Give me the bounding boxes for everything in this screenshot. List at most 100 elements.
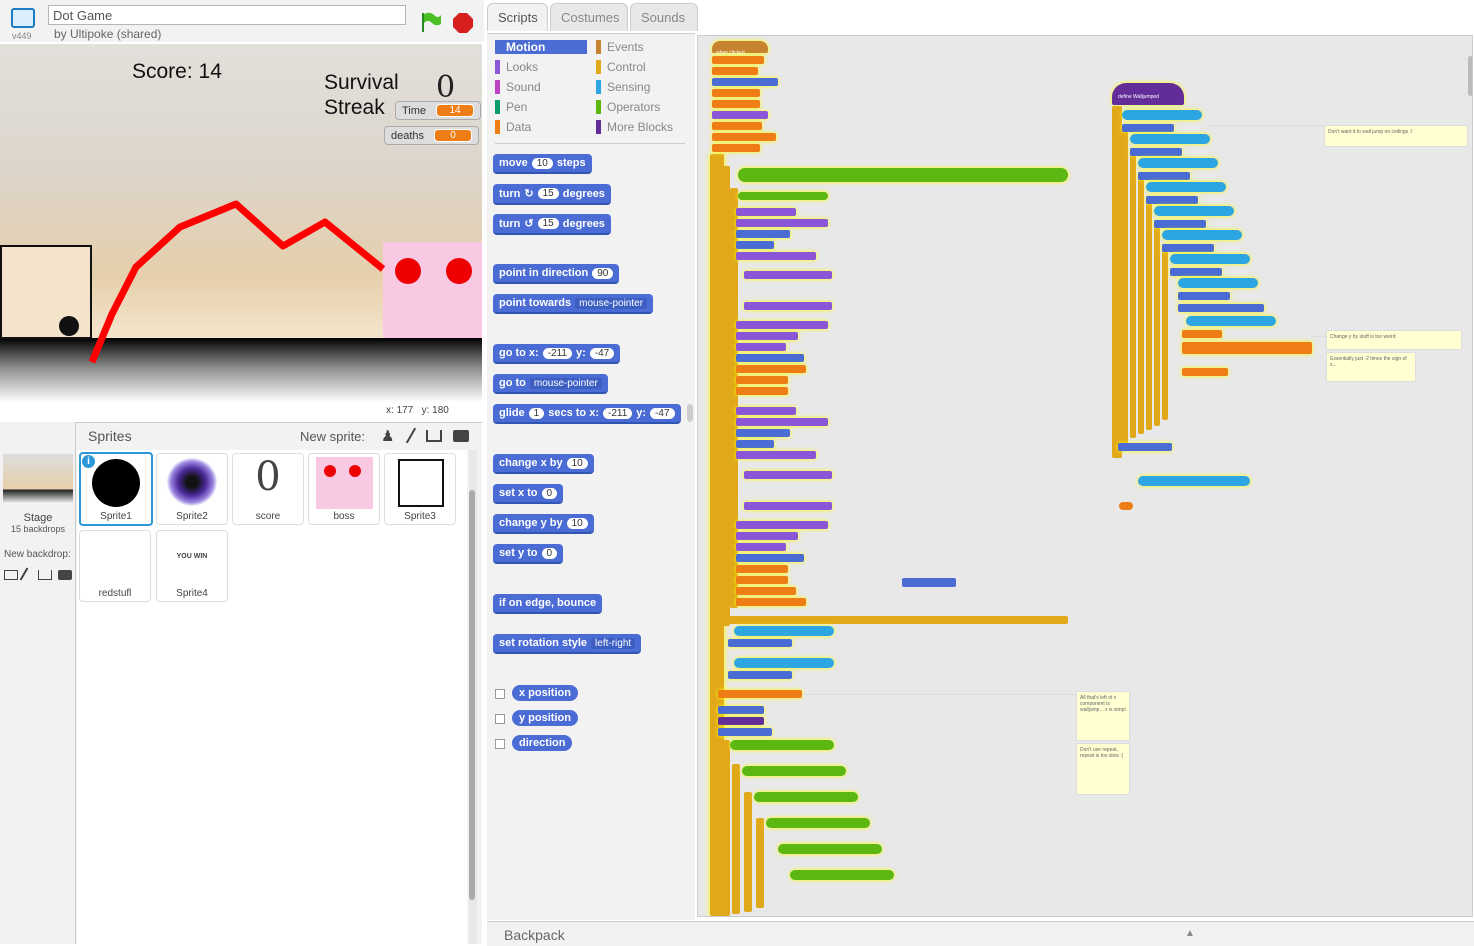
category-sensing[interactable]: Sensing <box>596 80 650 94</box>
motion-block[interactable] <box>1170 268 1222 276</box>
motion-block[interactable] <box>736 241 774 249</box>
motion-block[interactable] <box>1178 292 1230 300</box>
looks-block[interactable] <box>712 111 768 119</box>
looks-block[interactable] <box>736 543 786 551</box>
stage-canvas[interactable]: Score: 14 Survival Streak 0 Time 14 death… <box>0 44 482 402</box>
condition-block[interactable] <box>742 766 846 776</box>
script-area[interactable]: when clicked define Walljumped Don't wan… <box>697 35 1473 917</box>
presentation-mode-icon[interactable] <box>11 8 35 28</box>
data-block[interactable] <box>1182 330 1222 338</box>
category-pen[interactable]: Pen <box>495 100 527 114</box>
data-block[interactable] <box>1182 368 1228 376</box>
block-goto-xy[interactable]: go to x: -211 y: -47 <box>493 344 621 364</box>
category-looks[interactable]: Looks <box>495 60 538 74</box>
motion-block[interactable] <box>1162 244 1214 252</box>
motion-block[interactable] <box>728 671 792 679</box>
touching-color-block[interactable] <box>1178 278 1258 288</box>
info-icon[interactable]: i <box>82 455 95 468</box>
motion-block[interactable] <box>728 639 792 647</box>
if-cascade[interactable] <box>732 764 740 914</box>
touching-color-block[interactable] <box>1154 206 1234 216</box>
if-cascade[interactable] <box>756 818 764 908</box>
camera-sprite-icon[interactable] <box>453 430 469 442</box>
upload-backdrop-icon[interactable] <box>38 570 52 580</box>
reporter-x-position[interactable]: x position <box>512 685 578 701</box>
comment-note[interactable]: Change y by stuff is too weird <box>1326 330 1462 350</box>
key-pressed-block[interactable] <box>1186 316 1276 326</box>
backpack-bar[interactable]: Backpack ▲ <box>487 921 1474 946</box>
motion-block[interactable] <box>1146 196 1198 204</box>
sprite-library-icon[interactable]: ♟ <box>381 427 394 445</box>
condition-block[interactable] <box>754 792 858 802</box>
block-glide[interactable]: glide 1 secs to x: -211 y: -47 <box>493 404 681 424</box>
set-block[interactable] <box>712 100 760 108</box>
camera-backdrop-icon[interactable] <box>58 570 72 580</box>
looks-block[interactable] <box>744 471 832 479</box>
key-pressed-block[interactable] <box>734 658 834 668</box>
sprite-thumb-redstufl[interactable]: redstufl <box>79 530 151 602</box>
expand-icon[interactable]: ▲ <box>1185 928 1195 939</box>
block-change-y[interactable]: change y by 10 <box>493 514 594 534</box>
set-block[interactable] <box>712 144 760 152</box>
time-monitor[interactable]: Time 14 <box>395 101 482 120</box>
hat-block[interactable]: when clicked <box>712 41 768 56</box>
comment-note[interactable]: Don't want it to wall jump on ceilings :… <box>1324 125 1468 147</box>
block-turn-ccw[interactable]: turn ↺ 15 degrees <box>493 214 611 235</box>
condition-block[interactable] <box>730 740 834 750</box>
deaths-monitor[interactable]: deaths 0 <box>384 126 480 145</box>
set-block[interactable] <box>712 122 762 130</box>
sprite-thumb-sprite1[interactable]: i Sprite1 <box>79 452 153 526</box>
data-block[interactable] <box>1182 342 1312 354</box>
motion-block[interactable] <box>1130 148 1182 156</box>
motion-block[interactable] <box>1122 124 1174 132</box>
define-if-cascade[interactable] <box>1122 126 1128 446</box>
sprite-thumb-score[interactable]: 0 score <box>232 453 304 525</box>
block-turn-cw[interactable]: turn ↻ 15 degrees <box>493 184 611 205</box>
define-if-cascade[interactable] <box>1112 106 1122 458</box>
category-sound[interactable]: Sound <box>495 80 541 94</box>
sprite-thumb-sprite3[interactable]: Sprite3 <box>384 453 456 525</box>
touching-color-block[interactable] <box>1170 254 1250 264</box>
goto-block[interactable] <box>712 78 778 86</box>
tab-costumes[interactable]: Costumes <box>550 3 628 31</box>
looks-block[interactable] <box>736 252 816 260</box>
looks-block[interactable] <box>736 407 796 415</box>
data-block[interactable] <box>736 365 806 373</box>
sprite-thumb-sprite2[interactable]: Sprite2 <box>156 453 228 525</box>
motion-block[interactable] <box>1178 304 1264 312</box>
loose-reporter[interactable] <box>1119 502 1133 510</box>
touching-color-block[interactable] <box>1130 134 1210 144</box>
condition-block[interactable] <box>766 818 870 828</box>
looks-block[interactable] <box>736 208 796 216</box>
script-area-scrollbar[interactable] <box>1468 56 1472 96</box>
palette-scrollbar[interactable] <box>687 404 693 422</box>
data-block[interactable] <box>736 587 796 595</box>
stage-thumbnail[interactable] <box>3 454 73 504</box>
if-block-main[interactable] <box>720 166 730 626</box>
condition-block[interactable] <box>738 192 828 200</box>
looks-block[interactable] <box>736 521 828 529</box>
motion-block[interactable] <box>736 429 790 437</box>
data-block[interactable] <box>736 598 806 606</box>
set-block[interactable] <box>712 67 758 75</box>
condition-block[interactable] <box>778 844 882 854</box>
green-flag-icon[interactable] <box>420 11 442 33</box>
project-title-input[interactable]: Dot Game <box>48 5 406 25</box>
define-if-cascade[interactable] <box>1154 220 1160 426</box>
reporter-y-position[interactable]: y position <box>512 710 578 726</box>
loose-change-y-block[interactable] <box>902 578 956 587</box>
category-operators[interactable]: Operators <box>596 100 660 114</box>
direction-checkbox[interactable] <box>495 739 505 749</box>
looks-block[interactable] <box>736 532 798 540</box>
motion-block[interactable] <box>736 440 774 448</box>
motion-block[interactable] <box>736 354 804 362</box>
looks-block[interactable] <box>736 321 828 329</box>
block-point-towards[interactable]: point towards mouse-pointer <box>493 294 654 314</box>
touching-color-block[interactable] <box>1146 182 1226 192</box>
block-point-direction[interactable]: point in direction 90 <box>493 264 620 284</box>
category-events[interactable]: Events <box>596 40 644 54</box>
category-data[interactable]: Data <box>495 120 531 134</box>
paint-backdrop-icon[interactable] <box>19 567 29 581</box>
motion-block[interactable] <box>1154 220 1206 228</box>
category-control[interactable]: Control <box>596 60 646 74</box>
